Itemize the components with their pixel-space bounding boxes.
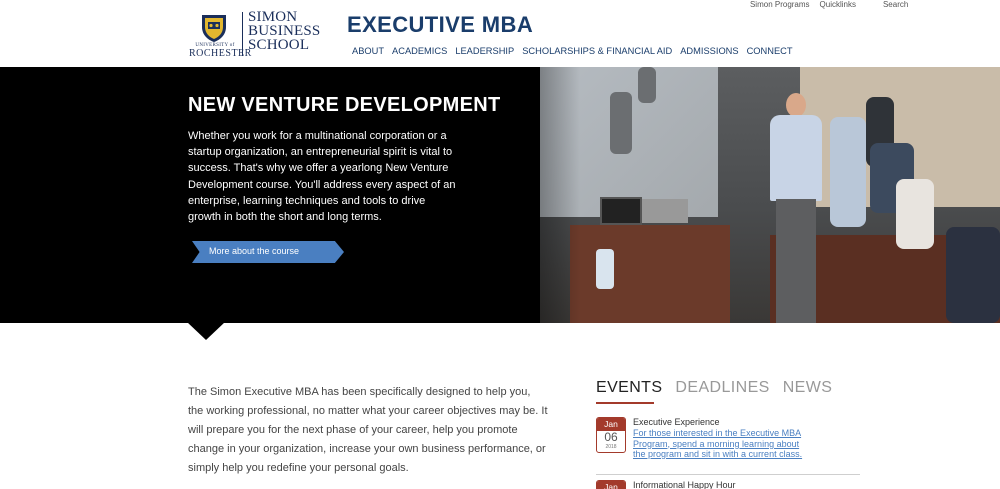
utility-nav: Simon Programs Quicklinks Search bbox=[750, 0, 908, 9]
screen-figure bbox=[610, 92, 632, 154]
tab-deadlines[interactable]: DEADLINES bbox=[675, 379, 769, 397]
nav-item-admissions[interactable]: ADMISSIONS bbox=[680, 46, 738, 56]
utility-simon-programs-link[interactable]: Simon Programs bbox=[750, 0, 810, 9]
school-line-1: SIMON bbox=[248, 9, 298, 25]
more-about-course-button[interactable]: More about the course bbox=[192, 241, 344, 263]
utility-search-link[interactable]: Search bbox=[883, 0, 908, 9]
event-description-link[interactable]: For those interested in the Executive MB… bbox=[633, 428, 813, 460]
presenter-head bbox=[786, 93, 806, 117]
school-wordmark: SIMON BUSINESS SCHOOL bbox=[248, 9, 321, 53]
event-title: Executive Experience bbox=[633, 417, 720, 427]
university-wordmark: UNIVERSITY of ROCHESTER bbox=[189, 43, 252, 59]
main-nav: ABOUT ACADEMICS LEADERSHIP SCHOLARSHIPS … bbox=[352, 46, 793, 56]
nav-item-about[interactable]: ABOUT bbox=[352, 46, 384, 56]
hero-text: Whether you work for a multinational cor… bbox=[188, 130, 456, 224]
simon-logo[interactable]: UNIVERSITY of ROCHESTER SIMON BUSINESS S… bbox=[189, 9, 321, 60]
presenter-shirt bbox=[770, 115, 822, 201]
tab-events[interactable]: EVENTS bbox=[596, 379, 662, 397]
site-title[interactable]: EXECUTIVE MBA bbox=[347, 12, 533, 38]
site-header: Simon Programs Quicklinks Search UNIVERS… bbox=[0, 0, 1000, 67]
nav-item-connect[interactable]: CONNECT bbox=[747, 46, 793, 56]
active-tab-underline bbox=[596, 402, 654, 404]
student-figure bbox=[946, 227, 1000, 323]
university-big-text: ROCHESTER bbox=[189, 48, 252, 59]
hero-title: NEW VENTURE DEVELOPMENT bbox=[188, 94, 501, 116]
hero-notch-arrow bbox=[187, 322, 225, 340]
hero-photo bbox=[530, 67, 1000, 323]
event-year: 2018 bbox=[605, 444, 617, 450]
event-title: Informational Happy Hour bbox=[633, 480, 736, 489]
calendar-date-badge: Jan bbox=[596, 480, 626, 489]
laptop-image bbox=[600, 197, 642, 225]
nav-item-scholarships[interactable]: SCHOLARSHIPS & FINANCIAL AID bbox=[522, 46, 672, 56]
event-month: Jan bbox=[597, 481, 625, 489]
nav-item-academics[interactable]: ACADEMICS bbox=[392, 46, 447, 56]
school-line-2: BUSINESS bbox=[248, 23, 321, 39]
screen-figure bbox=[638, 67, 656, 103]
button-label: More about the course bbox=[209, 246, 300, 256]
lectern-desk bbox=[570, 225, 730, 323]
laptop-image bbox=[642, 199, 688, 223]
tab-news[interactable]: NEWS bbox=[783, 379, 833, 397]
calendar-date-badge: Jan 06 2018 bbox=[596, 417, 626, 453]
water-bottle-image bbox=[596, 249, 614, 289]
student-figure bbox=[830, 117, 866, 227]
logo-divider bbox=[242, 12, 243, 56]
shield-icon bbox=[202, 15, 226, 42]
presenter-figure bbox=[762, 93, 828, 323]
school-line-3: SCHOOL bbox=[248, 37, 310, 53]
utility-quicklinks-link[interactable]: Quicklinks bbox=[820, 0, 856, 9]
event-day: 06 bbox=[604, 430, 618, 444]
nav-item-leadership[interactable]: LEADERSHIP bbox=[455, 46, 514, 56]
intro-paragraph: The Simon Executive MBA has been specifi… bbox=[188, 386, 548, 474]
event-divider bbox=[596, 474, 860, 475]
presenter-legs bbox=[776, 199, 816, 323]
events-tabs: EVENTS DEADLINES NEWS bbox=[596, 379, 832, 397]
student-figure bbox=[896, 179, 934, 249]
